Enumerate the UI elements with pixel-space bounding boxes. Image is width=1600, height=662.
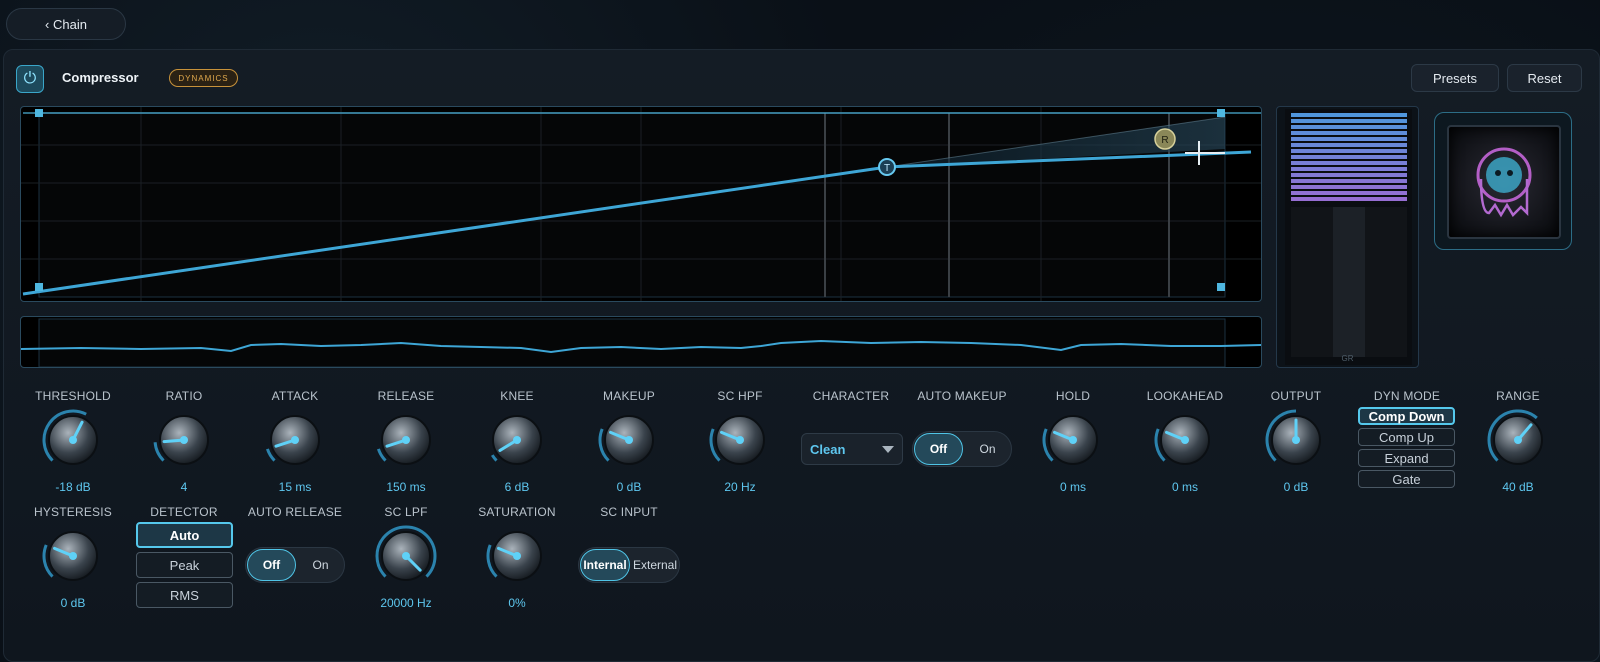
character-label: CHARACTER <box>812 389 890 403</box>
dyn-mode-option-comp-down[interactable]: Comp Down <box>1358 407 1455 425</box>
sc-lpf-value: 20000 Hz <box>380 596 432 610</box>
release-knob[interactable] <box>375 409 437 471</box>
hysteresis-knob[interactable] <box>42 525 104 587</box>
meter-bar <box>1291 173 1407 177</box>
gain-reduction-meter: GR <box>1276 106 1419 368</box>
range-label: RANGE <box>1496 389 1540 403</box>
attack-value: 15 ms <box>278 480 312 494</box>
output-knob[interactable] <box>1265 409 1327 471</box>
meter-bar <box>1291 131 1407 135</box>
ghost-mascot-icon <box>1447 125 1561 239</box>
release-label: RELEASE <box>377 389 435 403</box>
knee-value: 6 dB <box>504 480 530 494</box>
auto-makeup-toggle[interactable]: Off On <box>912 431 1012 467</box>
auto-makeup-option-on[interactable]: On <box>964 442 1011 456</box>
makeup-knob[interactable] <box>598 409 660 471</box>
character-select[interactable]: Clean <box>801 433 903 465</box>
sc-lpf-knob[interactable] <box>375 525 437 587</box>
makeup-label: MAKEUP <box>603 389 655 403</box>
reset-button[interactable]: Reset <box>1507 64 1582 92</box>
attack-label: ATTACK <box>271 389 319 403</box>
ratio-knob[interactable] <box>153 409 215 471</box>
plugin-title: Compressor <box>62 70 139 85</box>
sc-hpf-label: SC HPF <box>717 389 763 403</box>
character-select-value: Clean <box>810 441 846 457</box>
range-knob[interactable] <box>1487 409 1549 471</box>
threshold-knob[interactable] <box>42 409 104 471</box>
meter-bar <box>1291 125 1407 129</box>
sc-input-label: SC INPUT <box>600 505 658 519</box>
auto-release-toggle[interactable]: Off On <box>245 547 345 583</box>
lookahead-knob[interactable] <box>1154 409 1216 471</box>
meter-bar <box>1291 137 1407 141</box>
meter-bar <box>1291 113 1407 117</box>
meter-bar <box>1291 191 1407 195</box>
range-value: 40 dB <box>1502 480 1534 494</box>
sc-hpf-knob[interactable] <box>709 409 771 471</box>
power-icon[interactable]: ⏻ <box>16 65 44 93</box>
meter-bar <box>1291 167 1407 171</box>
detector-option-auto[interactable]: Auto <box>136 522 233 548</box>
makeup-value: 0 dB <box>616 480 642 494</box>
auto-makeup-option-off[interactable]: Off <box>914 433 963 465</box>
sc-hpf-value: 20 Hz <box>724 480 756 494</box>
sc-input-option-internal[interactable]: Internal <box>580 549 630 581</box>
saturation-knob[interactable] <box>486 525 548 587</box>
output-value: 0 dB <box>1283 480 1309 494</box>
lookahead-label: LOOKAHEAD <box>1146 389 1224 403</box>
meter-bar <box>1291 161 1407 165</box>
lookahead-value: 0 ms <box>1171 480 1198 494</box>
meter-bar <box>1291 143 1407 147</box>
chevron-down-icon <box>882 446 894 453</box>
meter-bar <box>1291 149 1407 153</box>
meter-bar <box>1291 119 1407 123</box>
hold-value: 0 ms <box>1059 480 1086 494</box>
threshold-handle-label: T <box>884 163 890 174</box>
meter-bar <box>1291 197 1407 201</box>
sc-input-option-external[interactable]: External <box>631 558 679 572</box>
threshold-value: -18 dB <box>55 480 91 494</box>
detector-label: DETECTOR <box>150 505 218 519</box>
auto-makeup-label: AUTO MAKEUP <box>917 389 1007 403</box>
detector-option-rms[interactable]: RMS <box>136 582 233 608</box>
transfer-curve-svg: T R <box>21 107 1261 301</box>
range-handle-label: R <box>1161 135 1168 146</box>
sidechain-waveform <box>20 316 1262 368</box>
saturation-label: SATURATION <box>478 505 556 519</box>
mascot-frame <box>1434 112 1572 250</box>
auto-release-option-on[interactable]: On <box>297 558 344 572</box>
knee-label: KNEE <box>500 389 534 403</box>
hold-knob[interactable] <box>1042 409 1104 471</box>
sc-input-toggle[interactable]: Internal External <box>578 547 680 583</box>
sc-lpf-label: SC LPF <box>384 505 428 519</box>
output-label: OUTPUT <box>1270 389 1322 403</box>
detector-option-peak[interactable]: Peak <box>136 552 233 578</box>
dyn-mode-option-gate[interactable]: Gate <box>1358 470 1455 488</box>
dyn-mode-option-comp-up[interactable]: Comp Up <box>1358 428 1455 446</box>
dyn-mode-option-expand[interactable]: Expand <box>1358 449 1455 467</box>
release-value: 150 ms <box>386 480 426 494</box>
auto-release-option-off[interactable]: Off <box>247 549 296 581</box>
attack-knob[interactable] <box>264 409 326 471</box>
meter-bar <box>1291 185 1407 189</box>
ratio-value: 4 <box>180 480 188 494</box>
transfer-curve-graph[interactable]: T R <box>20 106 1262 302</box>
meter-bar <box>1291 155 1407 159</box>
ratio-label: RATIO <box>165 389 203 403</box>
dyn-mode-label: DYN MODE <box>1373 389 1441 403</box>
presets-button[interactable]: Presets <box>1411 64 1499 92</box>
hold-label: HOLD <box>1055 389 1091 403</box>
meter-bar <box>1291 179 1407 183</box>
meter-label: GR <box>1341 354 1354 363</box>
hysteresis-value: 0 dB <box>60 596 86 610</box>
saturation-value: 0% <box>508 596 526 610</box>
auto-release-label: AUTO RELEASE <box>247 505 343 519</box>
hysteresis-label: HYSTERESIS <box>33 505 113 519</box>
category-badge: DYNAMICS <box>169 69 238 87</box>
threshold-label: THRESHOLD <box>35 389 111 403</box>
knee-knob[interactable] <box>486 409 548 471</box>
back-to-chain-button[interactable]: ‹ Chain <box>6 8 126 40</box>
